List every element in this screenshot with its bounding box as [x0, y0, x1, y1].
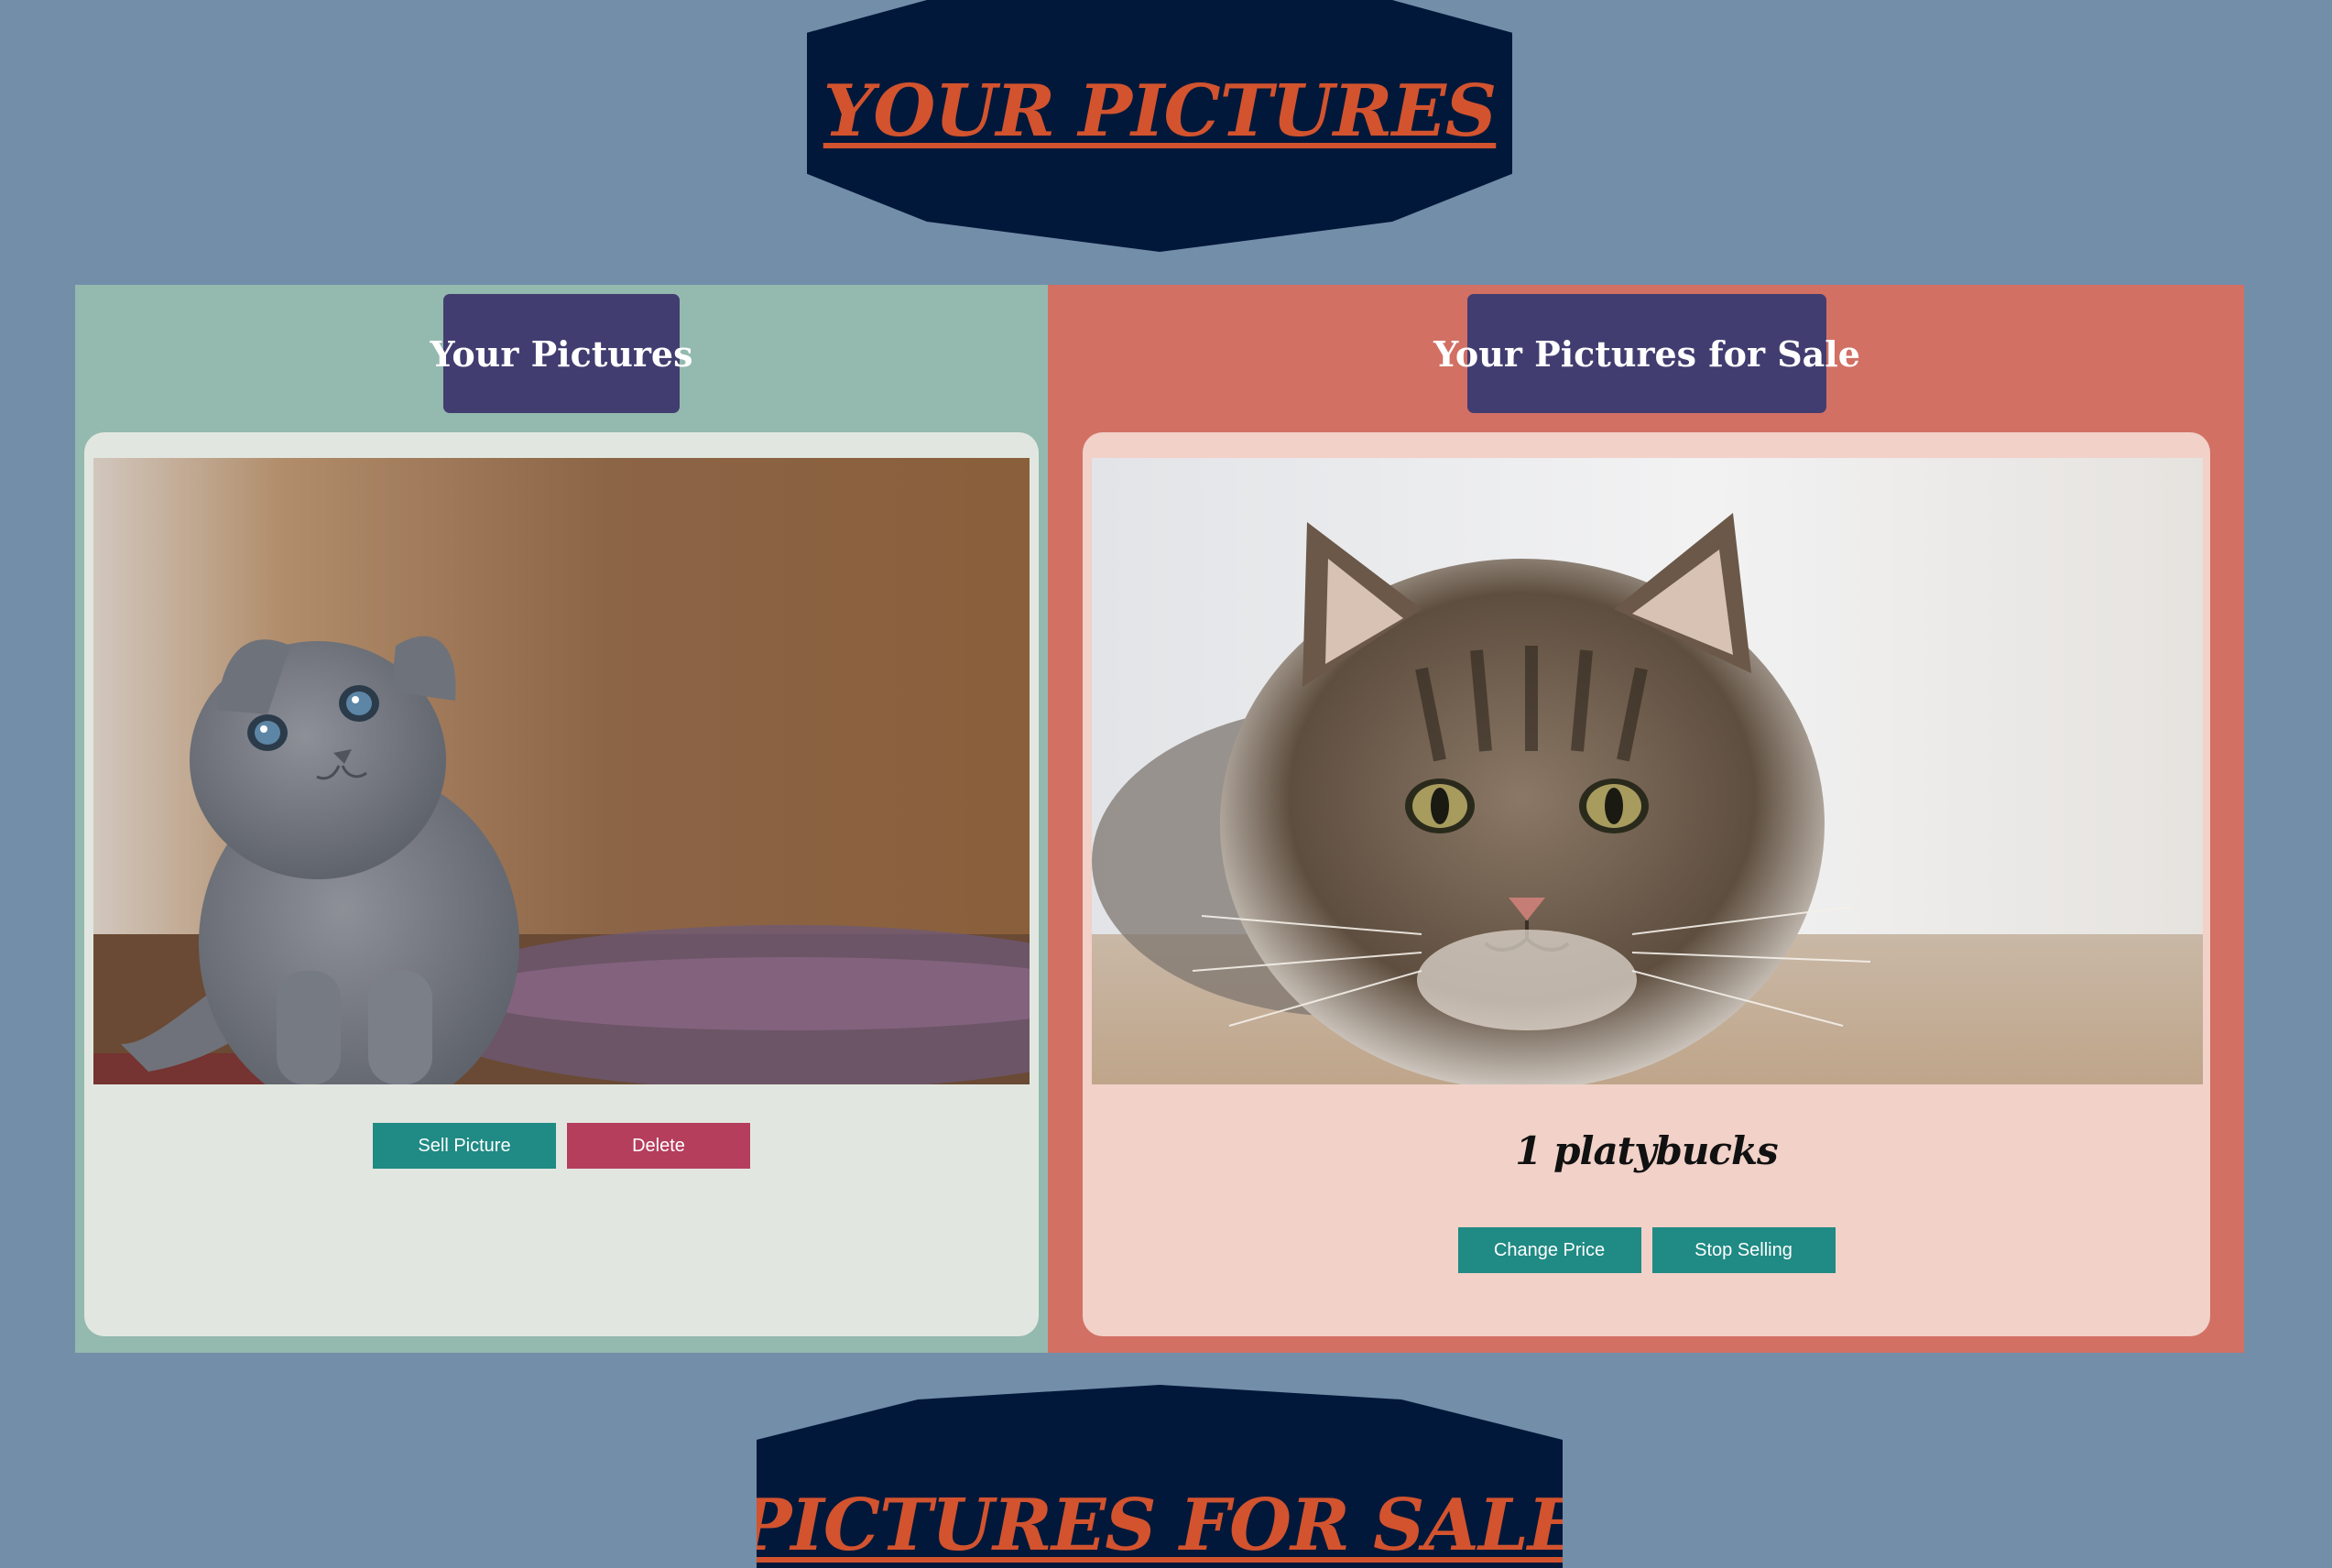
- delete-button[interactable]: Delete: [567, 1123, 750, 1169]
- sale-actions: Change Price Stop Selling: [1083, 1227, 2210, 1273]
- picture-card: Sell Picture Delete: [84, 432, 1039, 1336]
- tabby-cat-photo: [1092, 458, 2203, 1084]
- price-label: 1 platybucks: [1515, 1128, 1778, 1173]
- page-title: YOUR PICTURES: [823, 70, 1498, 153]
- sell-picture-button[interactable]: Sell Picture: [373, 1123, 556, 1169]
- picture-actions: Sell Picture Delete: [84, 1123, 1039, 1169]
- pictures-for-sale-panel: Your Pictures for Sale 1 platybucks Chan…: [1048, 285, 2244, 1353]
- page-title-banner: YOUR PICTURES: [807, 0, 1512, 252]
- pictures-for-sale-banner: PICTURES FOR SALE: [757, 1385, 1563, 1568]
- pictures-for-sale-header: Your Pictures for Sale: [1433, 294, 1860, 413]
- your-pictures-header: Your Pictures: [430, 294, 692, 413]
- stop-selling-button[interactable]: Stop Selling: [1651, 1227, 1836, 1273]
- sale-card: 1 platybucks Change Price Stop Selling: [1083, 432, 2210, 1336]
- change-price-button[interactable]: Change Price: [1457, 1227, 1641, 1273]
- pictures-for-sale-title: PICTURES FOR SALE: [737, 1484, 1582, 1567]
- kitten-photo: [93, 458, 1030, 1084]
- your-pictures-panel: Your Pictures Sell Picture Delete: [75, 285, 1048, 1353]
